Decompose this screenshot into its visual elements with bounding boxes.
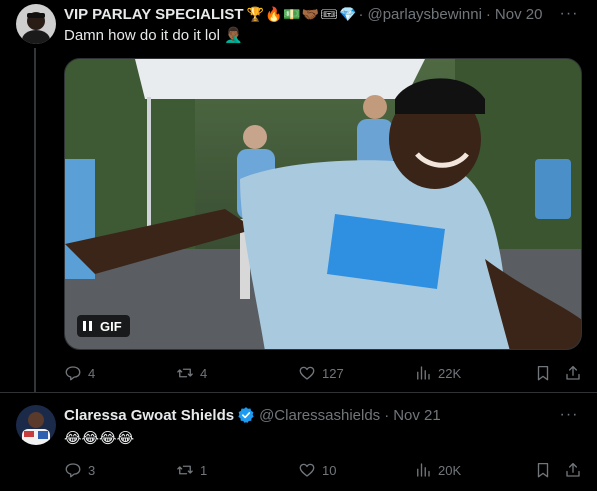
gif-media[interactable]: GIF (64, 58, 582, 350)
action-bar: 4 4 127 22K (64, 362, 584, 384)
separator: · (384, 406, 390, 424)
tweet-text: 😂😂😂😂 (64, 430, 135, 447)
tweet[interactable]: VIP PARLAY SPECIALIST 🏆 🔥 💵 🤝🏾 🎟 💎 · @pa… (0, 0, 597, 392)
repost-count: 1 (200, 462, 208, 478)
display-name[interactable]: Claressa Gwoat Shields (64, 407, 234, 424)
gem-icon: 💎 (339, 5, 357, 22)
like-count: 127 (322, 365, 344, 381)
repost-button[interactable]: 1 (176, 459, 207, 481)
handle[interactable]: @parlaysbewinni (367, 6, 481, 23)
action-bar: 3 1 10 20K (64, 459, 584, 481)
share-button[interactable] (564, 362, 582, 384)
repost-icon (177, 465, 193, 475)
name-emojis: 🏆 🔥 💵 🤝🏾 🎟 💎 (247, 6, 357, 23)
fire-icon: 🔥 (264, 5, 283, 22)
repost-button[interactable]: 4 (176, 362, 207, 384)
handle[interactable]: @Claressashields (259, 407, 380, 424)
tweet-text: Damn how do it do it lol 🤦🏾‍♂️ (64, 27, 243, 44)
thread-line (34, 48, 36, 392)
reply-icon (65, 463, 81, 478)
views-button[interactable]: 20K (414, 459, 461, 481)
trophy-icon: 🏆 (246, 5, 264, 22)
views-icon (417, 366, 430, 380)
view-count: 22K (438, 365, 462, 381)
like-icon (299, 463, 315, 477)
reply-button[interactable]: 3 (64, 459, 95, 481)
share-button[interactable] (564, 459, 582, 481)
share-icon (566, 462, 580, 477)
handshake-icon: 🤝🏾 (301, 5, 320, 22)
avatar[interactable] (16, 405, 56, 445)
tweet[interactable]: Claressa Gwoat Shields @Claressashields … (0, 393, 597, 491)
reply-button[interactable]: 4 (64, 362, 95, 384)
like-button[interactable]: 127 (298, 362, 344, 384)
gif-label: GIF (100, 318, 122, 334)
repost-count: 4 (200, 365, 208, 381)
views-button[interactable]: 22K (414, 362, 461, 384)
more-icon[interactable]: ··· (559, 405, 579, 425)
verified-icon (238, 407, 254, 424)
tweet-header: Claressa Gwoat Shields @Claressashields … (64, 405, 441, 425)
like-count: 10 (322, 462, 337, 478)
like-icon (299, 366, 315, 380)
bookmark-icon (537, 365, 549, 381)
bookmark-button[interactable] (534, 362, 552, 384)
reply-count: 3 (88, 462, 96, 478)
pause-icon[interactable] (83, 321, 92, 331)
reply-count: 4 (88, 365, 96, 381)
reply-icon (65, 366, 81, 381)
share-icon (566, 365, 580, 380)
views-icon (417, 463, 430, 477)
tweet-header: VIP PARLAY SPECIALIST 🏆 🔥 💵 🤝🏾 🎟 💎 · @pa… (64, 4, 542, 24)
repost-icon (177, 368, 193, 378)
display-name[interactable]: VIP PARLAY SPECIALIST (64, 6, 244, 23)
separator: · (485, 5, 491, 23)
bookmark-icon (537, 462, 549, 478)
money-icon: 💵 (283, 5, 301, 22)
view-count: 20K (438, 462, 462, 478)
ticket-icon: 🎟 (320, 5, 339, 22)
bookmark-button[interactable] (534, 459, 552, 481)
avatar[interactable] (16, 4, 56, 44)
timestamp[interactable]: Nov 20 (495, 6, 543, 23)
more-icon[interactable]: ··· (559, 4, 579, 24)
gif-badge[interactable]: GIF (77, 315, 130, 337)
timestamp[interactable]: Nov 21 (393, 407, 441, 424)
separator: · (358, 5, 364, 23)
like-button[interactable]: 10 (298, 459, 336, 481)
gif-frame (65, 59, 581, 349)
